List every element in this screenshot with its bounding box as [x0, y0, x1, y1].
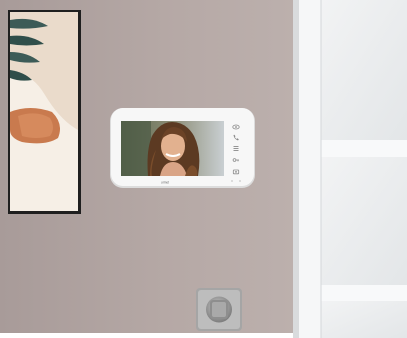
glass-door: [293, 0, 407, 338]
photo-scene: urmet: [0, 0, 407, 338]
scene-svg: urmet: [0, 0, 407, 338]
monitor-brand-label: urmet: [161, 181, 169, 185]
wall-switch: [196, 288, 242, 331]
wall-art: [8, 10, 81, 214]
menu-icon: [233, 146, 239, 151]
video-intercom-monitor: urmet: [110, 108, 255, 188]
